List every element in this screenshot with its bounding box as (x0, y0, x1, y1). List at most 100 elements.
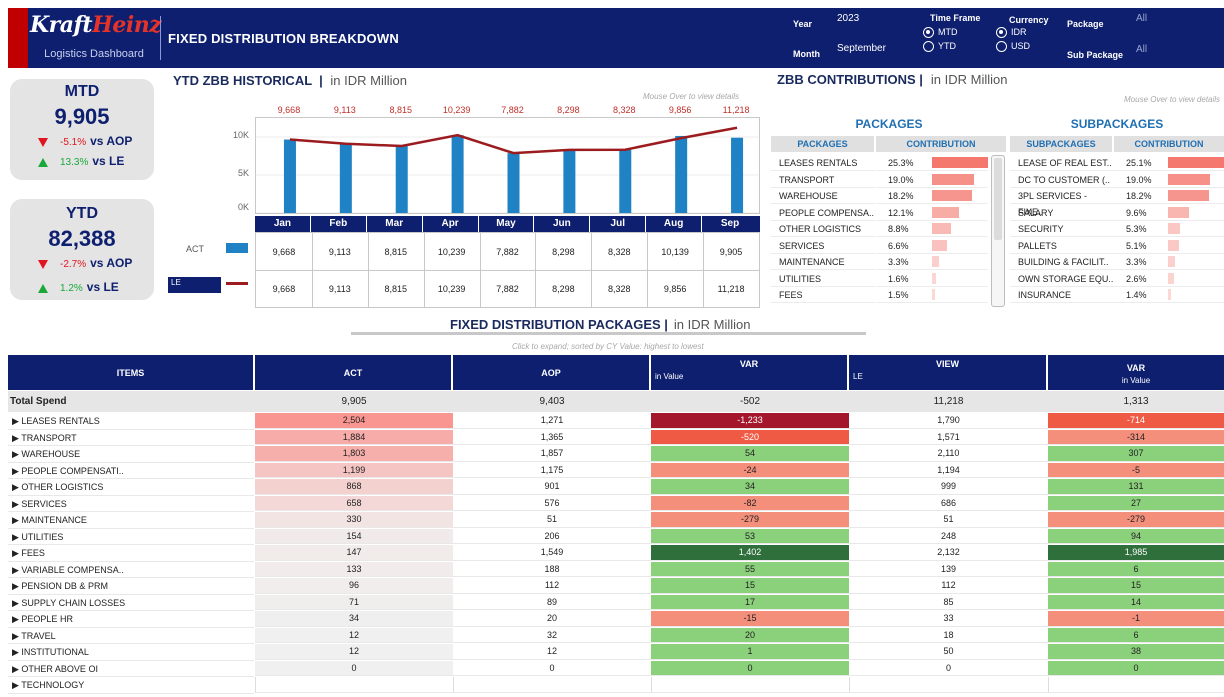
row-item-label[interactable]: ▶ OTHER LOGISTICS (8, 479, 254, 496)
row-item-label[interactable]: ▶ VARIABLE COMPENSA.. (8, 562, 254, 578)
table-row[interactable]: ▶ TRANSPORT 1,884 1,365 -520 1,571 -314 (8, 429, 1224, 446)
row-item-label[interactable]: ▶ PEOPLE HR (8, 611, 254, 628)
row-item-label[interactable]: ▶ LEASES RENTALS (8, 413, 254, 430)
col-header-items[interactable]: ITEMS (8, 355, 255, 390)
row-item-label[interactable]: ▶ TRANSPORT (8, 430, 254, 446)
package-name[interactable]: UTILITIES (771, 271, 875, 287)
table-row[interactable]: ▶ LEASES RENTALS 2,504 1,271 -1,233 1,790 -71… (8, 413, 1224, 430)
ytd-chart[interactable] (255, 117, 760, 214)
packages-title: PACKAGES (855, 117, 923, 131)
package-bar[interactable] (932, 173, 975, 185)
table-row[interactable]: ▶ FEES 147 1,549 1,402 2,132 1,985 (8, 545, 1224, 562)
package-bar[interactable] (932, 239, 947, 251)
table-row[interactable]: ▶ INSTITUTIONAL 12 12 1 50 38 (8, 644, 1224, 661)
act-bar-feb[interactable] (339, 143, 352, 213)
radio-ytd[interactable] (923, 41, 934, 52)
act-bar-jan[interactable] (283, 139, 296, 213)
package-name[interactable]: WAREHOUSE (771, 188, 875, 204)
package-name[interactable]: OTHER LOGISTICS (771, 221, 875, 237)
table-row[interactable]: ▶ PEOPLE HR 34 20 -15 33 -1 (8, 611, 1224, 628)
subpackage-name[interactable]: BUILDING & FACILIT.. (1010, 254, 1114, 270)
package-bar[interactable] (932, 190, 973, 201)
subpackage-name[interactable]: SECURITY (1010, 221, 1114, 237)
col-header-act[interactable]: ACT (255, 355, 453, 390)
subpackage-name[interactable]: PALLETS (1010, 238, 1114, 254)
radio-idr[interactable] (996, 27, 1007, 38)
row-item-label[interactable]: ▶ OTHER ABOVE OI (8, 661, 254, 677)
scrollbar-thumb[interactable] (994, 158, 1002, 240)
package-bar[interactable] (932, 256, 940, 267)
subpackage-name[interactable]: OWN STORAGE EQU.. (1010, 271, 1114, 287)
table-row[interactable]: ▶ PENSION DB & PRM 96 112 15 112 15 (8, 578, 1224, 595)
le-line[interactable] (289, 126, 738, 155)
table-row[interactable]: ▶ WAREHOUSE 1,803 1,857 54 2,110 307 (8, 446, 1224, 463)
packages-scrollbar[interactable] (991, 155, 1005, 307)
subpackage-bar[interactable] (1168, 173, 1211, 185)
package-bar[interactable] (932, 157, 988, 168)
package-filter[interactable]: All (1136, 13, 1147, 24)
act-bar-jul[interactable] (619, 149, 632, 213)
subpackage-bar[interactable] (1168, 256, 1176, 267)
row-item-label[interactable]: ▶ UTILITIES (8, 529, 254, 545)
row-item-label[interactable]: ▶ TECHNOLOGY (8, 677, 254, 694)
table-row[interactable]: ▶ SUPPLY CHAIN LOSSES 71 89 17 85 14 (8, 594, 1224, 611)
table-row[interactable]: ▶ OTHER LOGISTICS 868 901 34 999 131 (8, 479, 1224, 496)
act-bar-sep[interactable] (731, 137, 744, 213)
table-row[interactable]: ▶ MAINTENANCE 330 51 -279 51 -279 (8, 512, 1224, 529)
row-le: 1,790 (849, 413, 1048, 429)
subpackage-bar[interactable] (1168, 157, 1224, 168)
package-name[interactable]: SERVICES (771, 238, 875, 254)
act-bar-jun[interactable] (563, 149, 576, 213)
subpackage-name[interactable]: LEASE OF REAL EST.. (1010, 155, 1114, 171)
subpackage-name[interactable]: 3PL SERVICES - FIXE.. (1010, 188, 1114, 217)
row-item-label[interactable]: ▶ MAINTENANCE (8, 512, 254, 529)
package-bar[interactable] (932, 272, 936, 284)
subpackage-bar[interactable] (1168, 190, 1209, 201)
subpackage-name[interactable]: SALARY (1010, 205, 1114, 221)
table-row[interactable]: ▶ SERVICES 658 576 -82 686 27 (8, 495, 1224, 512)
package-name[interactable]: PEOPLE COMPENSA.. (771, 205, 875, 221)
package-bar[interactable] (932, 223, 952, 234)
table-row[interactable]: ▶ TRAVEL 12 32 20 18 6 (8, 627, 1224, 644)
row-item-label[interactable]: ▶ TRAVEL (8, 628, 254, 644)
package-bar[interactable] (932, 206, 959, 218)
table-row[interactable]: ▶ OTHER ABOVE OI 0 0 0 0 0 (8, 660, 1224, 677)
row-item-label[interactable]: ▶ PEOPLE COMPENSATI.. (8, 463, 254, 479)
subpackage-bar[interactable] (1168, 272, 1174, 284)
subpackage-bar[interactable] (1168, 223, 1180, 234)
col-header-aop[interactable]: AOP (453, 355, 651, 390)
row-item-label[interactable]: ▶ PENSION DB & PRM (8, 578, 254, 595)
package-name[interactable]: MAINTENANCE (771, 254, 875, 270)
subpackage-name[interactable]: INSURANCE (1010, 287, 1114, 303)
subpackage-bar[interactable] (1168, 239, 1180, 251)
subpackage-bar[interactable] (1168, 206, 1190, 218)
subpackage-bar[interactable] (1168, 289, 1172, 300)
month-filter[interactable]: September (837, 43, 886, 54)
table-row[interactable]: ▶ UTILITIES 154 206 53 248 94 (8, 528, 1224, 545)
row-item-label[interactable]: ▶ WAREHOUSE (8, 446, 254, 463)
act-bar-apr[interactable] (451, 135, 464, 213)
package-name[interactable]: FEES (771, 287, 875, 303)
row-item-label[interactable]: ▶ FEES (8, 545, 254, 562)
subpackage-name[interactable]: DC TO CUSTOMER (.. (1010, 172, 1114, 188)
col-header-var-aop[interactable]: VAR in Value (651, 355, 849, 390)
radio-mtd[interactable] (923, 27, 934, 38)
package-bar[interactable] (932, 289, 936, 300)
package-name[interactable]: LEASES RENTALS (771, 155, 875, 171)
radio-usd[interactable] (996, 41, 1007, 52)
col-header-var-le[interactable]: VAR in Value (1048, 355, 1224, 390)
table-row[interactable]: ▶ VARIABLE COMPENSA.. 133 188 55 139 6 (8, 561, 1224, 578)
act-bar-aug[interactable] (675, 135, 688, 213)
total-label: Total Spend (10, 396, 67, 407)
table-row[interactable]: ▶ PEOPLE COMPENSATI.. 1,199 1,175 -24 1,194-… (8, 462, 1224, 479)
row-item-label[interactable]: ▶ SERVICES (8, 496, 254, 512)
row-item-label[interactable]: ▶ SUPPLY CHAIN LOSSES (8, 595, 254, 611)
col-header-view[interactable]: VIEW LE (849, 355, 1048, 390)
table-row[interactable]: ▶ TECHNOLOGY (8, 677, 1224, 694)
act-bar-mar[interactable] (395, 146, 408, 213)
act-bar-may[interactable] (507, 153, 520, 213)
package-name[interactable]: TRANSPORT (771, 172, 875, 188)
row-item-label[interactable]: ▶ INSTITUTIONAL (8, 644, 254, 661)
subpackage-filter[interactable]: All (1136, 44, 1147, 55)
year-filter[interactable]: 2023 (837, 13, 859, 24)
